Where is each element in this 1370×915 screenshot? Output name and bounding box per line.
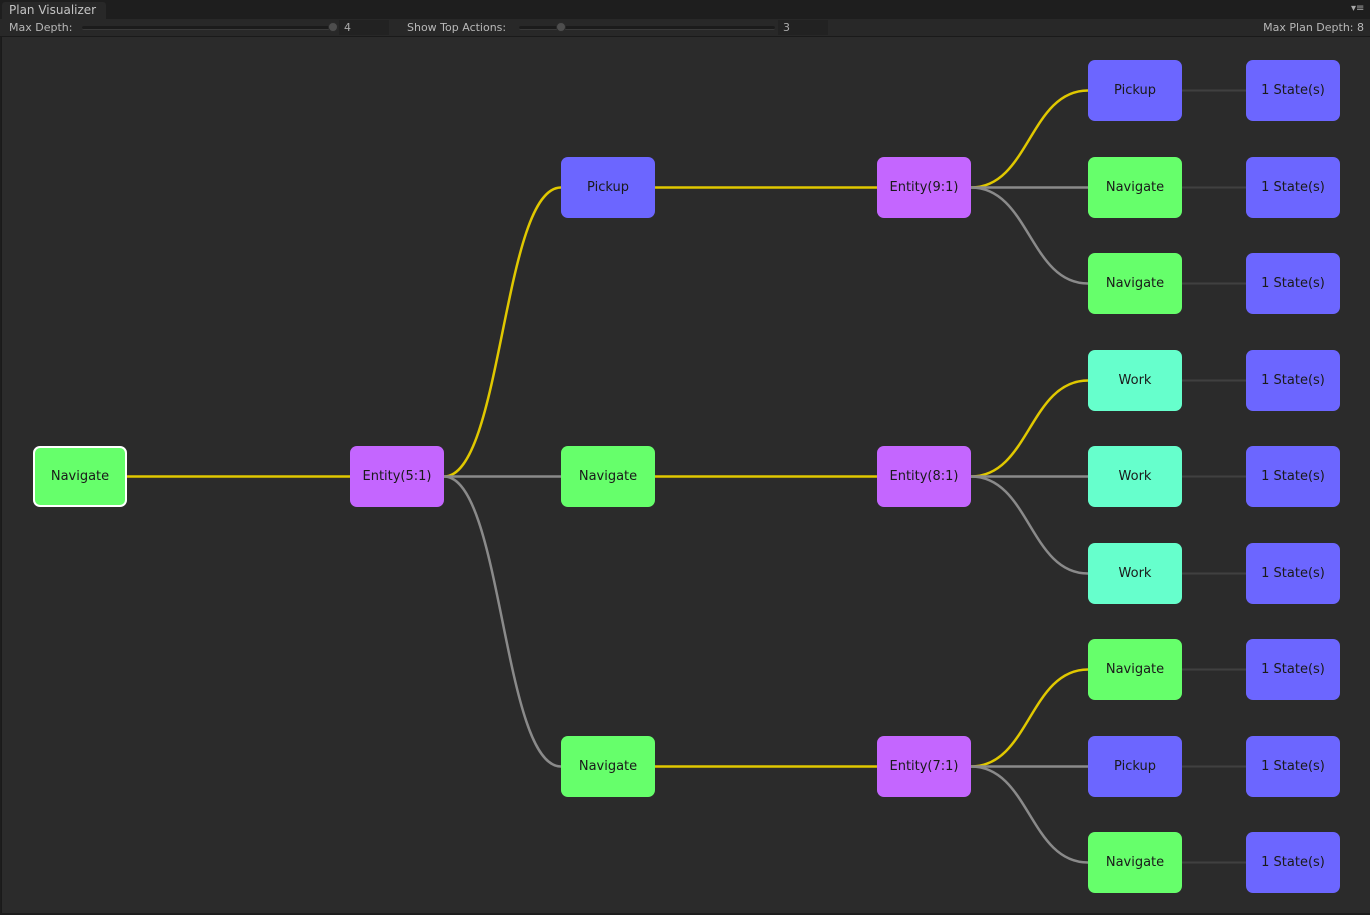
graph-node-s6[interactable]: 1 State(s) xyxy=(1246,639,1340,700)
edge-e51-a3 xyxy=(443,475,562,768)
graph-node-s8[interactable]: 1 State(s) xyxy=(1246,832,1340,893)
graph-node-label: 1 State(s) xyxy=(1261,83,1325,98)
graph-node-n0[interactable]: Navigate xyxy=(33,446,127,507)
graph-node-s7[interactable]: 1 State(s) xyxy=(1246,736,1340,797)
graph-node-b6[interactable]: Navigate xyxy=(1088,639,1182,700)
graph-node-e71[interactable]: Entity(7:1) xyxy=(877,736,971,797)
graph-node-b4[interactable]: Work xyxy=(1088,446,1182,507)
max-depth-label: Max Depth: xyxy=(9,21,73,34)
max-depth-slider-thumb[interactable] xyxy=(328,22,338,32)
plan-graph-canvas[interactable]: Navigate Entity(5:1) Pickup Navigate Navigat… xyxy=(1,37,1370,913)
graph-node-label: Navigate xyxy=(1105,276,1165,291)
graph-node-a2[interactable]: Navigate xyxy=(561,446,655,507)
graph-node-b1[interactable]: Navigate xyxy=(1088,157,1182,218)
graph-node-s0[interactable]: 1 State(s) xyxy=(1246,60,1340,121)
graph-node-a3[interactable]: Navigate xyxy=(561,736,655,797)
graph-node-s5[interactable]: 1 State(s) xyxy=(1246,543,1340,604)
max-depth-slider[interactable] xyxy=(82,22,338,32)
graph-node-b5[interactable]: Work xyxy=(1088,543,1182,604)
graph-node-label: Entity(9:1) xyxy=(889,180,959,195)
max-depth-field[interactable]: 4 xyxy=(339,20,389,35)
graph-node-label: Navigate xyxy=(50,469,110,484)
graph-node-label: Entity(8:1) xyxy=(889,469,959,484)
tab-plan-visualizer[interactable]: Plan Visualizer xyxy=(2,2,106,19)
graph-node-label: 1 State(s) xyxy=(1261,276,1325,291)
graph-node-label: Pickup xyxy=(1114,83,1156,98)
show-top-actions-slider-thumb[interactable] xyxy=(555,22,566,32)
graph-node-label: Entity(5:1) xyxy=(362,469,432,484)
graph-node-label: 1 State(s) xyxy=(1261,469,1325,484)
graph-node-e81[interactable]: Entity(8:1) xyxy=(877,446,971,507)
graph-node-label: Navigate xyxy=(1105,180,1165,195)
graph-node-label: Work xyxy=(1118,373,1152,388)
graph-node-s2[interactable]: 1 State(s) xyxy=(1246,253,1340,314)
graph-node-s3[interactable]: 1 State(s) xyxy=(1246,350,1340,411)
graph-node-e91[interactable]: Entity(9:1) xyxy=(877,157,971,218)
toolbar: Max Depth: 4 Show Top Actions: 3 Max Pla… xyxy=(0,19,1370,37)
graph-node-label: Navigate xyxy=(578,759,638,774)
graph-node-label: 1 State(s) xyxy=(1261,662,1325,677)
graph-node-b3[interactable]: Work xyxy=(1088,350,1182,411)
edge-e71-b8 xyxy=(970,765,1089,864)
graph-node-label: 1 State(s) xyxy=(1261,855,1325,870)
graph-node-e51[interactable]: Entity(5:1) xyxy=(350,446,444,507)
graph-node-a1[interactable]: Pickup xyxy=(561,157,655,218)
graph-node-label: 1 State(s) xyxy=(1261,566,1325,581)
graph-node-s4[interactable]: 1 State(s) xyxy=(1246,446,1340,507)
graph-node-b2[interactable]: Navigate xyxy=(1088,253,1182,314)
graph-node-label: 1 State(s) xyxy=(1261,373,1325,388)
graph-node-b8[interactable]: Navigate xyxy=(1088,832,1182,893)
graph-node-b0[interactable]: Pickup xyxy=(1088,60,1182,121)
show-top-actions-field[interactable]: 3 xyxy=(778,20,828,35)
tab-bar: Plan Visualizer ▾≡ xyxy=(0,0,1370,19)
edge-e91-b0 xyxy=(970,89,1089,189)
graph-node-label: Entity(7:1) xyxy=(889,759,959,774)
show-top-actions-label: Show Top Actions: xyxy=(407,21,507,34)
context-menu-icon[interactable]: ▾≡ xyxy=(1351,4,1365,14)
edge-e71-b6 xyxy=(970,668,1089,768)
edge-e81-b5 xyxy=(970,475,1089,575)
graph-node-label: Work xyxy=(1118,469,1152,484)
graph-node-label: 1 State(s) xyxy=(1261,180,1325,195)
graph-node-b7[interactable]: Pickup xyxy=(1088,736,1182,797)
graph-node-label: Pickup xyxy=(587,180,629,195)
max-plan-depth-label: Max Plan Depth: 8 xyxy=(1263,21,1364,34)
graph-node-label: Navigate xyxy=(1105,662,1165,677)
graph-node-label: Pickup xyxy=(1114,759,1156,774)
graph-node-label: Navigate xyxy=(578,469,638,484)
graph-node-label: 1 State(s) xyxy=(1261,759,1325,774)
graph-node-label: Navigate xyxy=(1105,855,1165,870)
show-top-actions-slider[interactable] xyxy=(519,22,775,32)
edge-e81-b3 xyxy=(970,379,1089,478)
edge-e51-a1 xyxy=(443,186,562,478)
graph-node-s1[interactable]: 1 State(s) xyxy=(1246,157,1340,218)
graph-node-label: Work xyxy=(1118,566,1152,581)
edge-e91-b2 xyxy=(970,186,1089,285)
